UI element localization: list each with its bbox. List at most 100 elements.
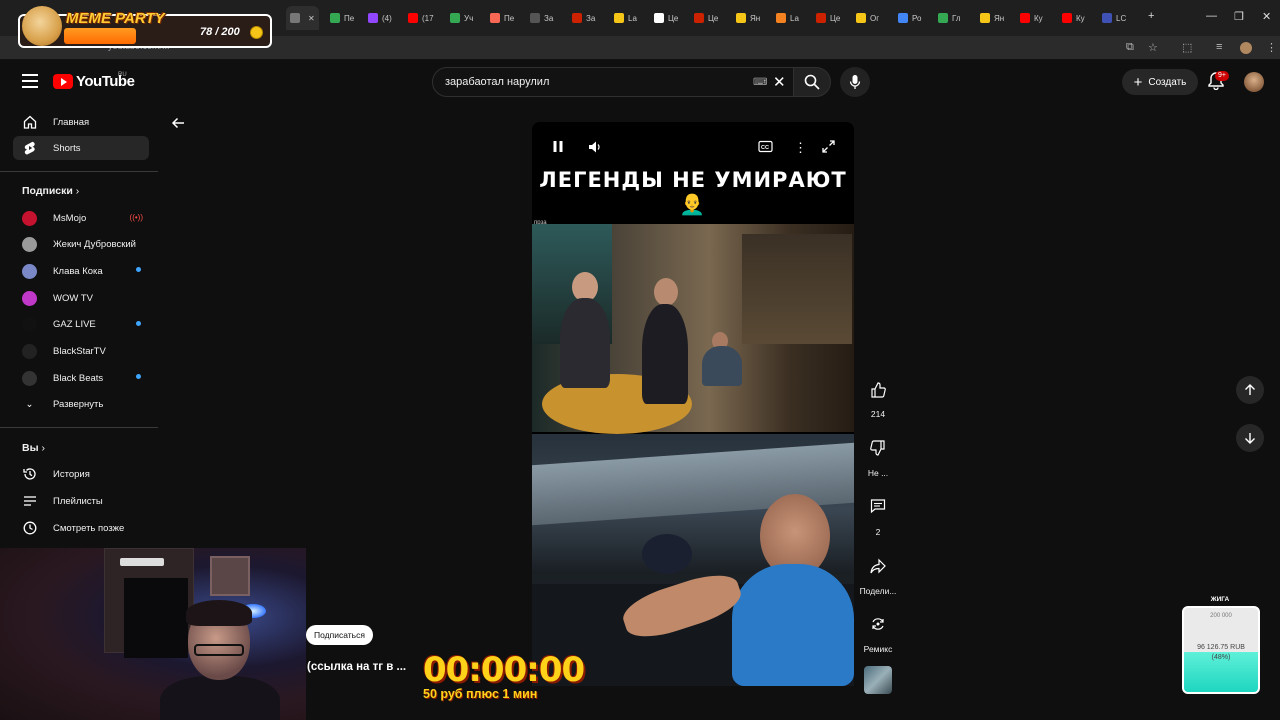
remix-button[interactable] bbox=[860, 610, 896, 638]
new-tab-icon[interactable]: + bbox=[1148, 10, 1154, 22]
channel-avatar bbox=[22, 290, 37, 306]
sidebar-item-history[interactable]: История bbox=[13, 462, 149, 486]
browser-tab[interactable]: Ян bbox=[732, 6, 764, 30]
profile-avatar[interactable] bbox=[1240, 42, 1252, 54]
comments-button[interactable] bbox=[860, 492, 896, 520]
webcam-background-tv bbox=[124, 578, 188, 658]
subscriptions-header[interactable]: Подписки › bbox=[22, 185, 79, 197]
search-input[interactable]: зарабаотал нарулил ⌨ ✕ bbox=[432, 67, 794, 97]
browser-tab[interactable]: LC bbox=[1098, 6, 1130, 30]
sidebar-subscription-item[interactable]: MsMojo ((•)) bbox=[13, 206, 149, 230]
expand-button[interactable]: ⌄ Развернуть bbox=[13, 392, 149, 416]
sound-thumbnail[interactable] bbox=[864, 666, 892, 694]
fullscreen-icon[interactable] bbox=[822, 140, 835, 156]
media-icon[interactable]: ≡ bbox=[1216, 41, 1222, 53]
sidebar-subscription-item[interactable]: BlackStarTV bbox=[13, 340, 149, 364]
browser-tab[interactable]: Ро bbox=[894, 6, 925, 30]
install-icon[interactable]: ⧉ bbox=[1126, 41, 1134, 54]
browser-tab[interactable]: Ян bbox=[976, 6, 1008, 30]
browser-tab[interactable]: Це bbox=[690, 6, 722, 30]
tab-label: Ян bbox=[750, 13, 761, 23]
pause-icon[interactable] bbox=[552, 140, 564, 156]
sidebar-item-label: BlackStarTV bbox=[53, 346, 106, 357]
sidebar-item-watch-later[interactable]: Смотреть позже bbox=[13, 516, 149, 540]
browser-menu-icon[interactable]: ⋮ bbox=[1266, 41, 1277, 54]
previous-short-button[interactable] bbox=[1236, 376, 1264, 404]
tab-favicon-icon bbox=[450, 13, 460, 23]
clear-search-icon[interactable]: ✕ bbox=[773, 73, 786, 91]
create-button[interactable]: + Создать bbox=[1122, 69, 1198, 95]
browser-tab[interactable]: La bbox=[772, 6, 803, 30]
sidebar-subscription-item[interactable]: Black Beats bbox=[13, 366, 149, 390]
playlist-icon bbox=[22, 494, 37, 509]
sidebar-subscription-item[interactable]: WOW TV bbox=[13, 286, 149, 310]
sidebar-item-playlists[interactable]: Плейлисты bbox=[13, 489, 149, 513]
sidebar-subscription-item[interactable]: Жекич Дубровский bbox=[13, 233, 149, 257]
tab-label: Це bbox=[668, 13, 679, 23]
you-label: Вы bbox=[22, 442, 39, 454]
browser-tab[interactable]: (4) bbox=[364, 6, 396, 30]
tab-label: Уч bbox=[464, 13, 474, 23]
tab-favicon-icon bbox=[490, 13, 500, 23]
search-button[interactable] bbox=[793, 67, 831, 97]
browser-tab[interactable]: ✕ bbox=[286, 6, 319, 30]
browser-tab[interactable]: Гл bbox=[934, 6, 965, 30]
close-window-icon[interactable]: ✕ bbox=[1262, 10, 1271, 23]
star-icon[interactable]: ☆ bbox=[1148, 41, 1158, 54]
streamer-hair bbox=[186, 600, 252, 626]
browser-tab[interactable]: Ку bbox=[1016, 6, 1047, 30]
keyboard-icon[interactable]: ⌨ bbox=[753, 77, 767, 88]
browser-tab[interactable]: Це bbox=[650, 6, 682, 30]
subscribe-button[interactable]: Подписаться bbox=[306, 625, 373, 645]
search-icon bbox=[804, 74, 820, 90]
tab-label: Ог bbox=[870, 13, 880, 23]
tab-label: La bbox=[628, 13, 637, 23]
channel-avatar bbox=[22, 263, 37, 279]
user-avatar[interactable] bbox=[1244, 72, 1264, 92]
like-button[interactable] bbox=[860, 376, 896, 404]
sidebar-item-label: Shorts bbox=[53, 142, 81, 154]
extensions-icon[interactable]: ⬚ bbox=[1182, 41, 1192, 54]
browser-tab[interactable]: Ог bbox=[852, 6, 883, 30]
browser-tab[interactable]: За bbox=[526, 6, 557, 30]
dislike-button[interactable] bbox=[860, 434, 896, 462]
sidebar-item-shorts[interactable]: Shorts bbox=[13, 136, 149, 160]
menu-icon[interactable] bbox=[22, 74, 38, 92]
next-short-button[interactable] bbox=[1236, 424, 1264, 452]
browser-tab[interactable]: (17 bbox=[404, 6, 438, 30]
home-icon bbox=[22, 115, 37, 130]
goal-target: 200 000 bbox=[1210, 613, 1232, 619]
sidebar-item-home[interactable]: Главная bbox=[13, 110, 149, 134]
more-options-icon[interactable]: ⋮ bbox=[794, 140, 807, 156]
browser-tab[interactable]: Уч bbox=[446, 6, 477, 30]
tab-label: Ян bbox=[994, 13, 1005, 23]
webcam-background-ac bbox=[120, 558, 164, 566]
sidebar-item-label: Плейлисты bbox=[53, 495, 103, 507]
browser-tab[interactable]: Пе bbox=[486, 6, 518, 30]
volume-icon[interactable] bbox=[588, 140, 602, 157]
browser-tab[interactable]: Це bbox=[812, 6, 844, 30]
remix-icon bbox=[872, 618, 884, 630]
browser-tab[interactable]: За bbox=[568, 6, 599, 30]
search-value[interactable]: зарабаотал нарулил bbox=[445, 76, 549, 88]
maximize-icon[interactable]: ❐ bbox=[1234, 10, 1244, 23]
share-button[interactable] bbox=[860, 552, 896, 580]
close-tab-icon[interactable]: ✕ bbox=[308, 14, 315, 23]
minimize-icon[interactable]: — bbox=[1206, 10, 1217, 22]
browser-tab[interactable]: Пе bbox=[326, 6, 358, 30]
tab-favicon-icon bbox=[776, 13, 786, 23]
you-header[interactable]: Вы › bbox=[22, 442, 45, 454]
coin-icon bbox=[250, 26, 263, 39]
sidebar-subscription-item[interactable]: Клава Кока bbox=[13, 259, 149, 283]
tab-favicon-icon bbox=[368, 13, 378, 23]
shorts-icon bbox=[22, 141, 37, 156]
browser-tab[interactable]: La bbox=[610, 6, 641, 30]
sidebar-subscription-item[interactable]: GAZ LIVE bbox=[13, 313, 149, 337]
browser-tab[interactable]: Ку bbox=[1058, 6, 1089, 30]
voice-search-button[interactable] bbox=[840, 67, 870, 97]
shorts-video-player[interactable]: CC ⋮ ЛЕГЕНДЫ НЕ УМИРАЮТ👨‍🦲 прза bbox=[532, 122, 854, 686]
captions-icon[interactable]: CC bbox=[758, 140, 773, 156]
back-arrow-icon[interactable] bbox=[171, 116, 185, 134]
tab-label: Це bbox=[830, 13, 841, 23]
thumbs-up-icon bbox=[871, 382, 886, 398]
